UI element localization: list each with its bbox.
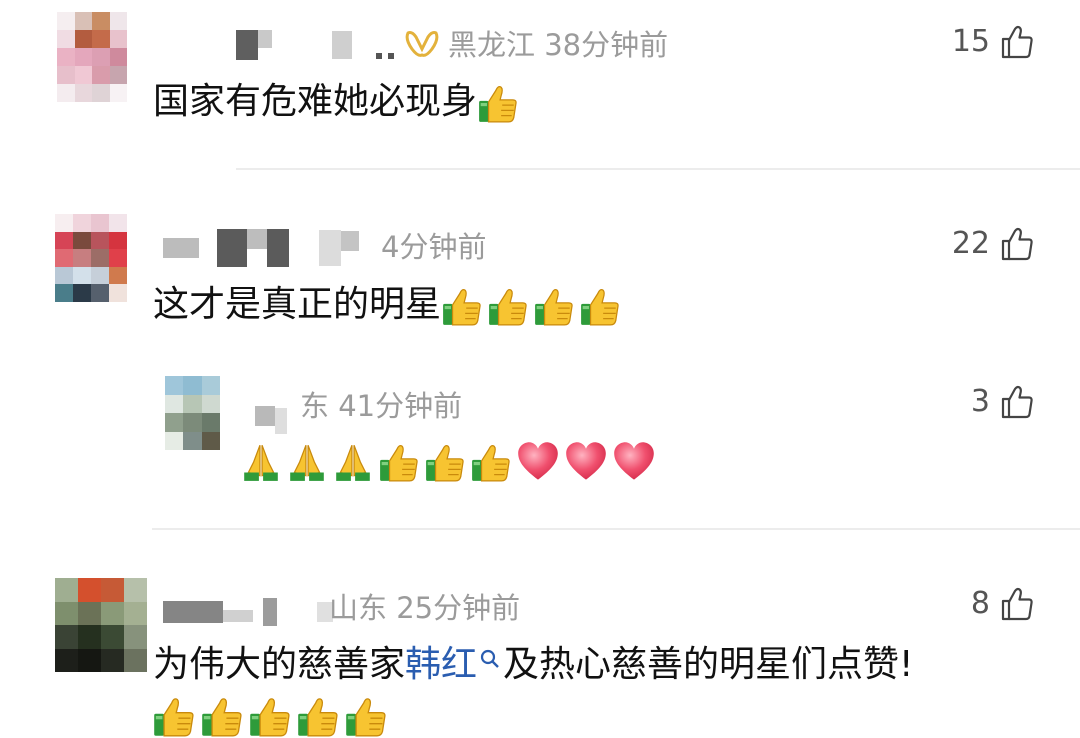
red-heart-emoji-icon (516, 440, 560, 484)
reply-meta: 东 41分钟前 (300, 383, 462, 425)
comment-body: 这才是真正的明星 (153, 284, 442, 325)
topic-link[interactable]: 韩红 (405, 644, 477, 685)
reply-username-blurred[interactable] (255, 393, 287, 434)
thumbs-up-icon (1000, 385, 1034, 419)
like-count: 15 (951, 24, 990, 59)
thumbs-up-emoji-icon (296, 694, 340, 738)
thumbs-up-icon (1000, 587, 1034, 621)
comment-body: 为伟大的慈善家 (153, 644, 406, 685)
like-count: 3 (970, 384, 990, 419)
comment-body-rest: 及热心慈善的明星们点赞! (503, 644, 914, 685)
comment-meta: 4分钟前 (381, 224, 486, 266)
thumbs-up-emoji-icon (477, 82, 519, 124)
timestamp: 41分钟前 (338, 389, 463, 423)
timestamp: 25分钟前 (396, 591, 521, 625)
divider (152, 528, 1080, 530)
username-blurred[interactable] (163, 228, 359, 268)
divider (236, 168, 1080, 170)
thumbs-up-emoji-icon (200, 694, 244, 738)
comment-text: 国家有危难她必现身 (153, 80, 523, 124)
medal-icon (405, 31, 439, 57)
comment-text: 为伟大的慈善家韩红 及热心慈善的明星们点赞! (153, 643, 913, 687)
search-icon[interactable] (479, 648, 501, 670)
avatar[interactable] (55, 578, 147, 672)
thumbs-up-emoji-icon (533, 285, 575, 327)
folded-hands-emoji-icon (286, 441, 328, 483)
reply-like-button[interactable]: 3 (971, 384, 1034, 419)
timestamp: 38分钟前 (544, 28, 669, 62)
timestamp: 4分钟前 (381, 230, 487, 264)
thumbs-up-icon (1000, 25, 1034, 59)
thumbs-up-emoji-icon (378, 441, 420, 483)
like-button[interactable]: 15 (952, 24, 1034, 59)
like-count: 22 (951, 226, 990, 261)
thumbs-up-emoji-icon (487, 285, 529, 327)
reply-avatar[interactable] (165, 376, 220, 450)
reply-emoji-row (240, 440, 660, 484)
folded-hands-emoji-icon (240, 441, 282, 483)
location: 黑龙江 (448, 28, 536, 62)
username-blurred[interactable] (236, 28, 394, 62)
comment-emoji-row (152, 694, 392, 738)
avatar[interactable] (55, 214, 127, 302)
comment-meta: 黑龙江 38分钟前 (404, 22, 668, 64)
like-button[interactable]: 22 (952, 226, 1034, 261)
thumbs-up-emoji-icon (152, 694, 196, 738)
username-blurred[interactable] (163, 595, 333, 629)
comment-body: 国家有危难她必现身 (153, 81, 478, 122)
folded-hands-emoji-icon (332, 441, 374, 483)
red-heart-emoji-icon (612, 440, 656, 484)
thumbs-up-emoji-icon (248, 694, 292, 738)
like-count: 8 (970, 586, 990, 621)
red-heart-emoji-icon (564, 440, 608, 484)
like-button[interactable]: 8 (971, 586, 1034, 621)
comment-meta: 山东 25分钟前 (329, 585, 520, 627)
thumbs-up-emoji-icon (579, 285, 621, 327)
location: 东 (300, 389, 330, 423)
avatar[interactable] (57, 12, 127, 102)
comment-text: 这才是真正的明星 (153, 283, 625, 327)
thumbs-up-emoji-icon (344, 694, 388, 738)
location: 山东 (329, 591, 388, 625)
thumbs-up-icon (1000, 227, 1034, 261)
thumbs-up-emoji-icon (470, 441, 512, 483)
thumbs-up-emoji-icon (441, 285, 483, 327)
thumbs-up-emoji-icon (424, 441, 466, 483)
